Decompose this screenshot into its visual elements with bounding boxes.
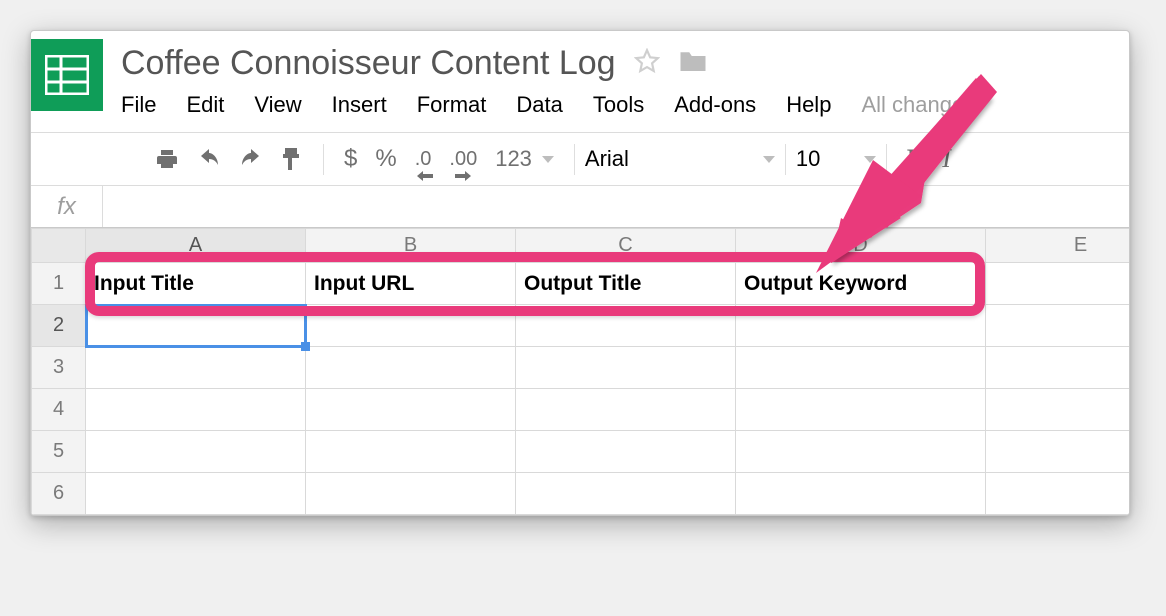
fill-handle[interactable] — [301, 342, 310, 351]
formula-bar: fx — [31, 186, 1129, 228]
sheets-logo[interactable] — [31, 39, 103, 111]
menu-edit[interactable]: Edit — [186, 92, 224, 118]
number-format-dropdown[interactable]: 123 — [495, 146, 554, 172]
menu-addons[interactable]: Add-ons — [674, 92, 756, 118]
menu-view[interactable]: View — [254, 92, 301, 118]
cell-A2[interactable] — [86, 305, 306, 347]
menu-insert[interactable]: Insert — [332, 92, 387, 118]
cell-D1[interactable]: Output Keyword — [736, 263, 986, 305]
print-icon[interactable] — [155, 147, 179, 171]
cell-D3[interactable] — [736, 347, 986, 389]
row-header-2[interactable]: 2 — [32, 305, 86, 347]
cell-E5[interactable] — [986, 431, 1131, 473]
toolbar: $ % .0 .00 123 Arial 10 — [31, 132, 1129, 186]
cell-C1[interactable]: Output Title — [516, 263, 736, 305]
cell-D5[interactable] — [736, 431, 986, 473]
paint-format-icon[interactable] — [281, 146, 303, 172]
cell-E1[interactable] — [986, 263, 1131, 305]
cell-B5[interactable] — [306, 431, 516, 473]
folder-icon[interactable] — [678, 48, 708, 79]
chevron-down-icon — [763, 156, 775, 163]
italic-button[interactable]: I — [942, 144, 951, 174]
format-percent[interactable]: % — [375, 145, 396, 173]
cell-A4[interactable] — [86, 389, 306, 431]
cell-C3[interactable] — [516, 347, 736, 389]
row-header-5[interactable]: 5 — [32, 431, 86, 473]
cell-B3[interactable] — [306, 347, 516, 389]
cell-C2[interactable] — [516, 305, 736, 347]
cell-B6[interactable] — [306, 473, 516, 515]
table-row: 3 — [32, 347, 1131, 389]
table-row: 6 — [32, 473, 1131, 515]
table-row: 4 — [32, 389, 1131, 431]
cell-C5[interactable] — [516, 431, 736, 473]
formula-input[interactable] — [103, 186, 1129, 227]
sheets-icon — [45, 55, 89, 95]
row-header-4[interactable]: 4 — [32, 389, 86, 431]
column-header-A[interactable]: A — [86, 229, 306, 263]
cell-E4[interactable] — [986, 389, 1131, 431]
chevron-down-icon — [864, 156, 876, 163]
font-size-dropdown[interactable]: 10 — [786, 133, 886, 185]
row-header-6[interactable]: 6 — [32, 473, 86, 515]
menu-file[interactable]: File — [121, 92, 156, 118]
app-window: Coffee Connoisseur Content Log File Edit… — [30, 30, 1130, 516]
formula-label: fx — [31, 186, 103, 227]
menu-data[interactable]: Data — [516, 92, 562, 118]
format-currency[interactable]: $ — [344, 145, 357, 173]
cell-D4[interactable] — [736, 389, 986, 431]
select-all-corner[interactable] — [32, 229, 86, 263]
cell-B1[interactable]: Input URL — [306, 263, 516, 305]
cell-A3[interactable] — [86, 347, 306, 389]
cell-E2[interactable] — [986, 305, 1131, 347]
cell-D2[interactable] — [736, 305, 986, 347]
bold-button[interactable]: B — [907, 144, 924, 174]
font-size-label: 10 — [796, 146, 820, 172]
row-header-3[interactable]: 3 — [32, 347, 86, 389]
font-name-dropdown[interactable]: Arial — [575, 133, 785, 185]
column-header-B[interactable]: B — [306, 229, 516, 263]
cell-A6[interactable] — [86, 473, 306, 515]
header: Coffee Connoisseur Content Log File Edit… — [31, 31, 1129, 118]
menu-help[interactable]: Help — [786, 92, 831, 118]
undo-icon[interactable] — [197, 148, 221, 170]
cell-C4[interactable] — [516, 389, 736, 431]
cell-A5[interactable] — [86, 431, 306, 473]
cell-B4[interactable] — [306, 389, 516, 431]
table-row: 1 Input Title Input URL Output Title Out… — [32, 263, 1131, 305]
table-row: 5 — [32, 431, 1131, 473]
changes-status[interactable]: All change — [861, 92, 964, 118]
cell-E3[interactable] — [986, 347, 1131, 389]
cell-A1[interactable]: Input Title — [86, 263, 306, 305]
font-name-label: Arial — [585, 146, 629, 172]
column-header-E[interactable]: E — [986, 229, 1131, 263]
menu-bar: File Edit View Insert Format Data Tools … — [121, 92, 1129, 118]
row-header-1[interactable]: 1 — [32, 263, 86, 305]
menu-format[interactable]: Format — [417, 92, 487, 118]
cell-C6[interactable] — [516, 473, 736, 515]
table-row: 2 — [32, 305, 1131, 347]
chevron-down-icon — [542, 156, 554, 163]
cell-D6[interactable] — [736, 473, 986, 515]
spreadsheet-grid: A B C D E 1 Input Title Input URL Output… — [31, 228, 1129, 515]
cell-B2[interactable] — [306, 305, 516, 347]
column-header-C[interactable]: C — [516, 229, 736, 263]
decrease-decimal-icon[interactable]: .0 — [415, 148, 432, 171]
cell-E6[interactable] — [986, 473, 1131, 515]
menu-tools[interactable]: Tools — [593, 92, 644, 118]
star-icon[interactable] — [634, 48, 660, 79]
increase-decimal-icon[interactable]: .00 — [449, 148, 477, 171]
column-header-D[interactable]: D — [736, 229, 986, 263]
redo-icon[interactable] — [239, 148, 263, 170]
document-title[interactable]: Coffee Connoisseur Content Log — [121, 45, 616, 82]
